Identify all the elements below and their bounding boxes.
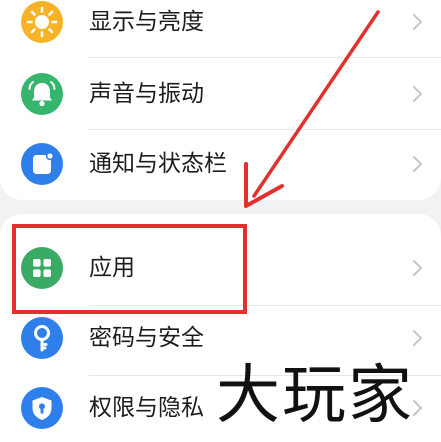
bell-icon <box>21 73 63 115</box>
settings-item-label: 权限与隐私 <box>89 395 204 421</box>
settings-item-label: 通知与状态栏 <box>89 151 227 177</box>
sun-icon <box>21 1 63 43</box>
chevron-right-icon <box>407 328 427 348</box>
settings-item-label: 显示与亮度 <box>89 9 204 35</box>
settings-item-notifications-status-bar[interactable]: 通知与状态栏 <box>0 128 441 200</box>
watermark: 大玩家 <box>216 359 414 433</box>
settings-item-label: 应用 <box>89 255 135 281</box>
chevron-right-icon <box>407 84 427 104</box>
settings-item-label: 声音与振动 <box>89 81 204 107</box>
apps-grid-icon <box>21 247 63 289</box>
settings-screen: 显示与亮度 声音与振动 通知与状态栏 应用 密码与安全 权限与隐私 大玩家 <box>0 0 441 442</box>
settings-item-display-brightness[interactable]: 显示与亮度 <box>0 0 441 58</box>
settings-item-label: 密码与安全 <box>89 325 204 351</box>
notification-icon <box>21 143 63 185</box>
settings-item-sound-vibration[interactable]: 声音与振动 <box>0 58 441 130</box>
key-icon <box>21 317 63 359</box>
shield-icon <box>21 387 63 429</box>
chevron-right-icon <box>407 12 427 32</box>
settings-item-apps[interactable]: 应用 <box>0 232 441 304</box>
chevron-right-icon <box>407 258 427 278</box>
chevron-right-icon <box>407 154 427 174</box>
settings-group-top: 显示与亮度 声音与振动 通知与状态栏 <box>0 0 441 200</box>
